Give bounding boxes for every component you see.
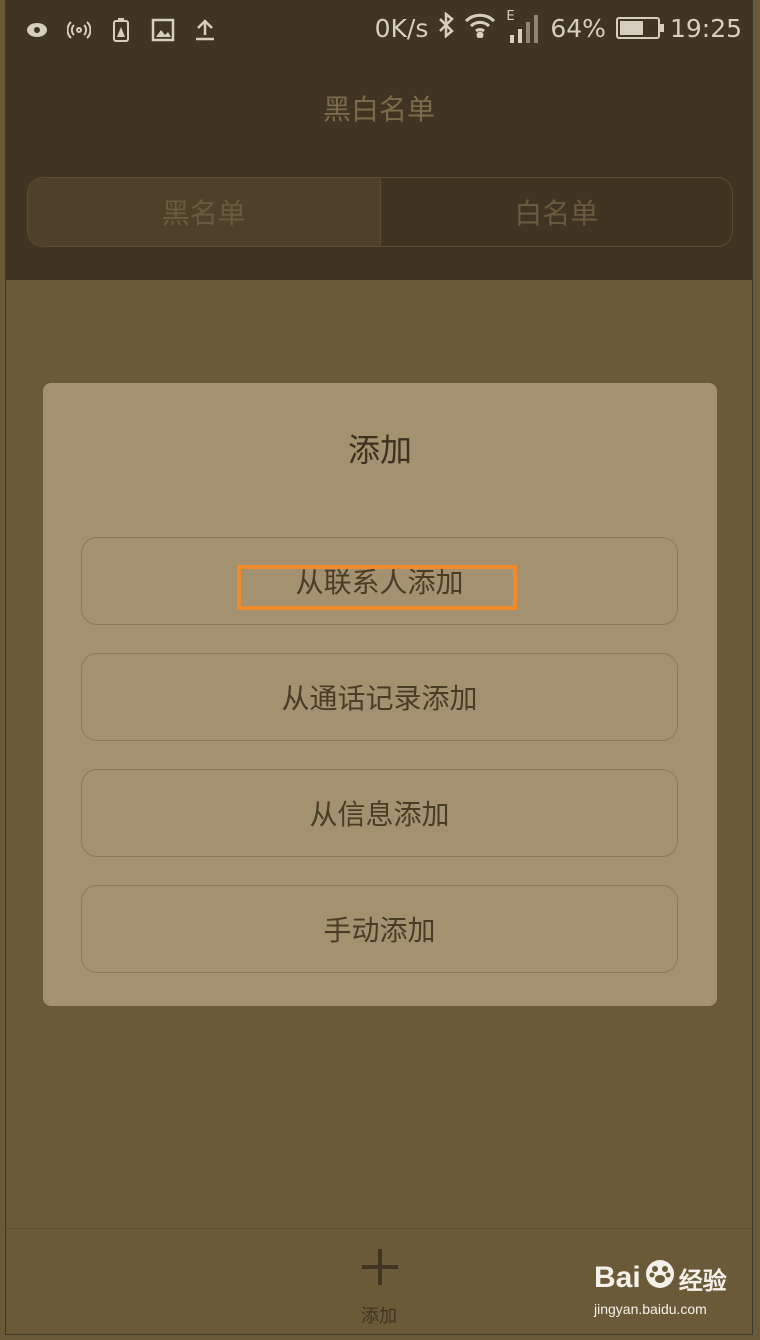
add-from-messages-button[interactable]: 从信息添加 bbox=[81, 769, 678, 857]
phone-screen: 0K/s E 64% 19:25 黑白名单 黑名单 白名单 添加 从联系人添加 … bbox=[6, 0, 752, 1334]
clock: 19:25 bbox=[669, 13, 742, 43]
wifi-icon bbox=[464, 12, 496, 44]
upload-icon bbox=[192, 16, 218, 44]
add-from-call-log-button[interactable]: 从通话记录添加 bbox=[81, 653, 678, 741]
tab-blacklist[interactable]: 黑名单 bbox=[28, 178, 380, 246]
net-speed: 0K/s bbox=[374, 13, 429, 43]
tab-whitelist[interactable]: 白名单 bbox=[379, 178, 733, 246]
add-manually-button[interactable]: 手动添加 bbox=[81, 885, 678, 973]
app-header: 黑白名单 黑名单 白名单 bbox=[6, 62, 752, 280]
watermark-url: jingyan.baidu.com bbox=[594, 1301, 707, 1317]
dialog-title: 添加 bbox=[347, 431, 412, 469]
battery-fill bbox=[619, 21, 643, 35]
battery-icon bbox=[615, 17, 664, 39]
bluetooth-icon bbox=[438, 11, 455, 44]
add-dialog: 添加 从联系人添加 从通话记录添加 从信息添加 手动添加 bbox=[43, 383, 717, 1006]
plus-icon[interactable] bbox=[362, 1249, 398, 1285]
paw-icon bbox=[645, 1259, 675, 1297]
bottom-bar: 添加 Bai 经验 jingyan.baidu.com bbox=[6, 1228, 752, 1334]
baidu-watermark: Bai 经验 jingyan.baidu.com bbox=[594, 1259, 744, 1329]
eye-icon bbox=[24, 16, 50, 44]
watermark-suffix: 经验 bbox=[678, 1267, 727, 1295]
highlight-box bbox=[237, 565, 517, 610]
hotspot-icon bbox=[66, 16, 92, 44]
list-type-tabs: 黑名单 白名单 bbox=[27, 177, 733, 247]
signal-type: E bbox=[506, 9, 515, 24]
status-bar: 0K/s E 64% 19:25 bbox=[6, 0, 752, 62]
image-icon bbox=[150, 16, 176, 44]
battery-warning-icon bbox=[108, 16, 134, 44]
status-left-icons bbox=[24, 16, 218, 44]
battery-percent: 64% bbox=[550, 13, 606, 43]
page-title: 黑白名单 bbox=[322, 93, 435, 126]
signal-icon: E bbox=[506, 9, 540, 43]
watermark-brand: Bai bbox=[594, 1261, 641, 1294]
status-right: 0K/s E 64% 19:25 bbox=[374, 9, 742, 44]
